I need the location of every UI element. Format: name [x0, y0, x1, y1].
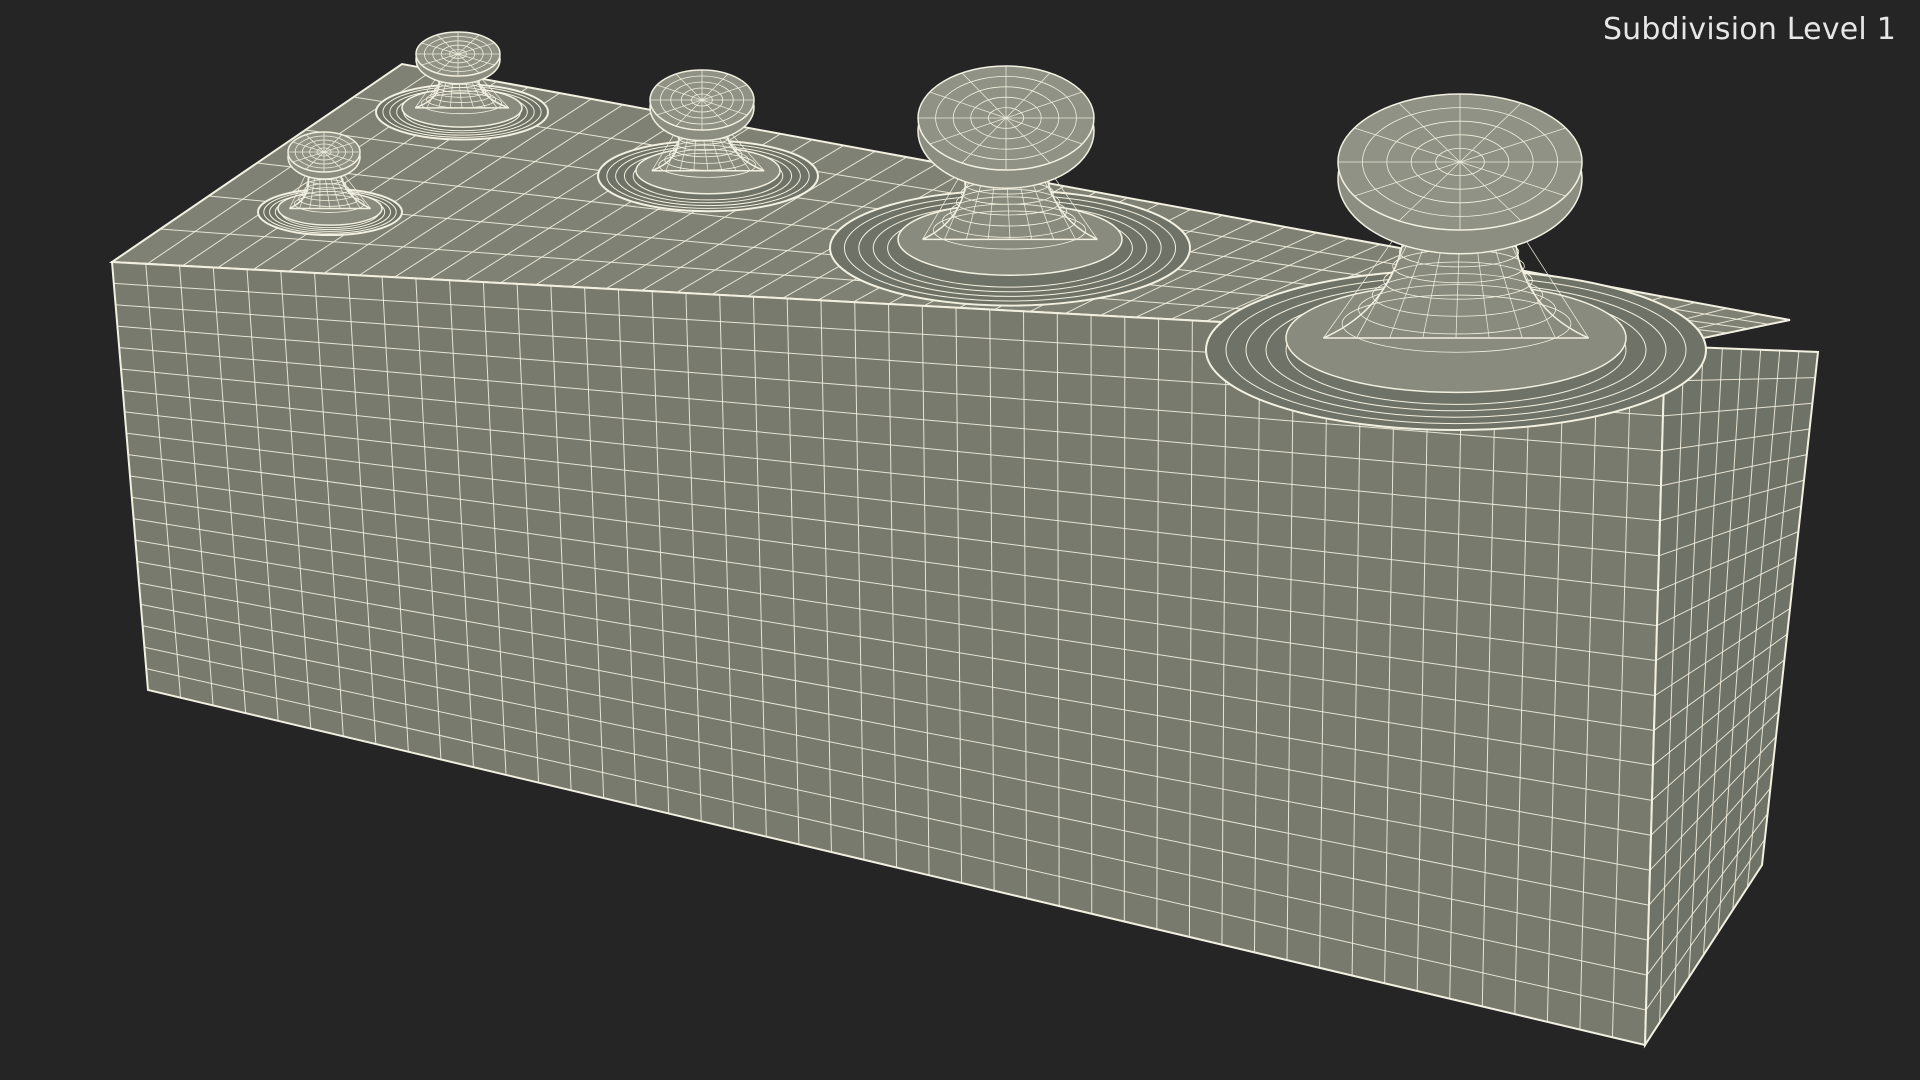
wireframe-render: [108, 31, 1820, 1049]
3d-viewport[interactable]: Subdivision Level 1: [0, 0, 1920, 1080]
block-right-face: [1643, 344, 1820, 1049]
subdivision-level-label: Subdivision Level 1: [1602, 12, 1896, 47]
